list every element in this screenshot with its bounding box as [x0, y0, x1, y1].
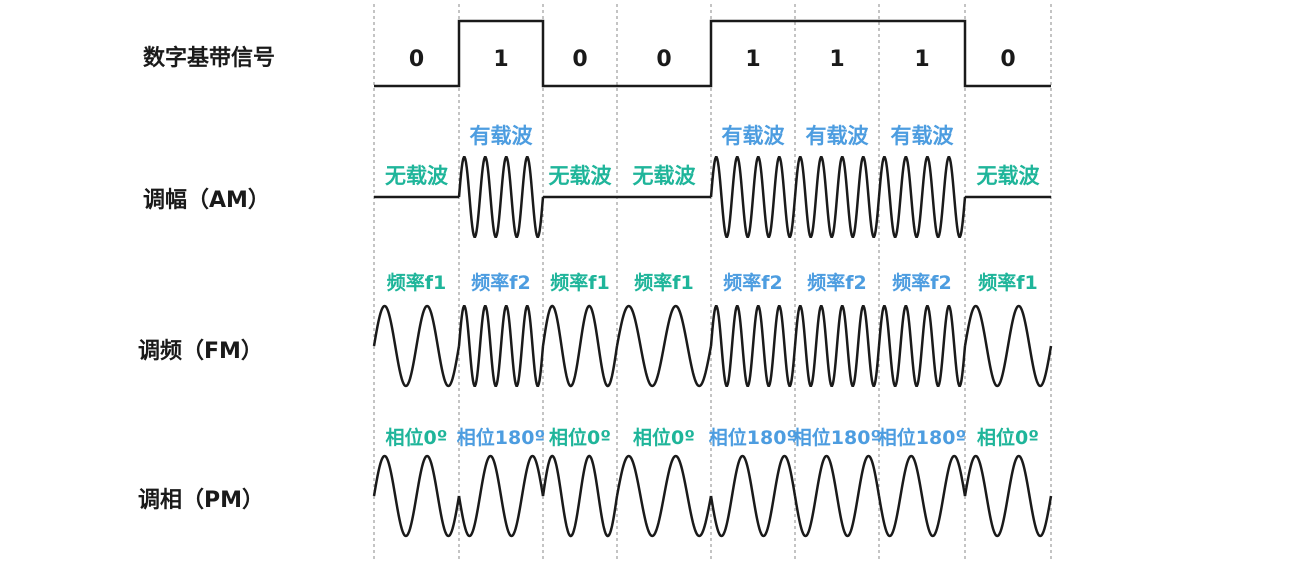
- bit-label: 0: [656, 47, 671, 72]
- fm-wave: [615, 304, 713, 388]
- am-label: 无载波: [977, 164, 1041, 188]
- am-label: 有载波: [470, 124, 534, 148]
- pm-wave: [372, 454, 461, 538]
- modulation-diagram: 数字基带信号 调幅（AM） 调频（FM） 调相（PM） 0 1 0 0 1 1 1 0 无载波有…: [0, 0, 1291, 565]
- am-carrier-wave: [709, 155, 797, 239]
- bit-label: 0: [572, 47, 587, 72]
- pm-wave: [709, 454, 797, 538]
- am-carrier-wave: [457, 155, 545, 239]
- fm-wave: [457, 304, 545, 388]
- pm-label: 相位180º: [709, 426, 797, 449]
- fm-label: 频率f2: [471, 271, 531, 294]
- pm-wave: [793, 454, 881, 538]
- digital-signal-line: [374, 19, 1051, 88]
- am-label: 有载波: [891, 124, 955, 148]
- fm-label: 频率f1: [550, 271, 610, 294]
- fm-label: 频率f1: [978, 271, 1038, 294]
- fm-label: 频率f1: [387, 271, 447, 294]
- pm-wave: [877, 454, 967, 538]
- am-carrier-wave: [793, 155, 881, 239]
- am-label: 无载波: [549, 164, 613, 188]
- bit-label: 1: [914, 47, 929, 72]
- bit-label: 0: [1000, 47, 1015, 72]
- pm-label: 相位180º: [457, 426, 545, 449]
- pm-label: 相位180º: [793, 426, 881, 449]
- waveform-canvas: 0 1 0 0 1 1 1 0无载波有载波无载波 无载波有载波 有载波 有载波无载波频率f1 频率f2…: [372, 4, 1053, 562]
- am-carrier-wave: [877, 155, 967, 239]
- bit-label: 0: [409, 47, 424, 72]
- pm-wave: [615, 454, 713, 538]
- fm-label: 频率f2: [723, 271, 783, 294]
- pm-wave: [457, 454, 545, 538]
- am-label: 无载波: [385, 164, 449, 188]
- pm-wave: [963, 454, 1053, 538]
- am-label: 有载波: [806, 124, 870, 148]
- bit-label: 1: [829, 47, 844, 72]
- pm-label: 相位180º: [878, 426, 966, 449]
- pm-label: 相位0º: [633, 426, 695, 449]
- am-label: 有载波: [722, 124, 786, 148]
- pm-label: 相位0º: [549, 426, 611, 449]
- bit-label: 1: [745, 47, 760, 72]
- fm-wave: [709, 304, 797, 388]
- fm-wave: [541, 304, 619, 388]
- fm-wave: [877, 304, 967, 388]
- bit-label: 1: [493, 47, 508, 72]
- pm-label: 相位0º: [977, 426, 1039, 449]
- fm-wave: [793, 304, 881, 388]
- fm-label: 频率f1: [634, 271, 694, 294]
- am-label: 无载波: [633, 164, 697, 188]
- fm-wave: [372, 304, 461, 388]
- fm-wave: [963, 304, 1053, 388]
- pm-wave: [541, 454, 619, 538]
- fm-label: 频率f2: [892, 271, 952, 294]
- pm-label: 相位0º: [386, 426, 448, 449]
- fm-label: 频率f2: [807, 271, 867, 294]
